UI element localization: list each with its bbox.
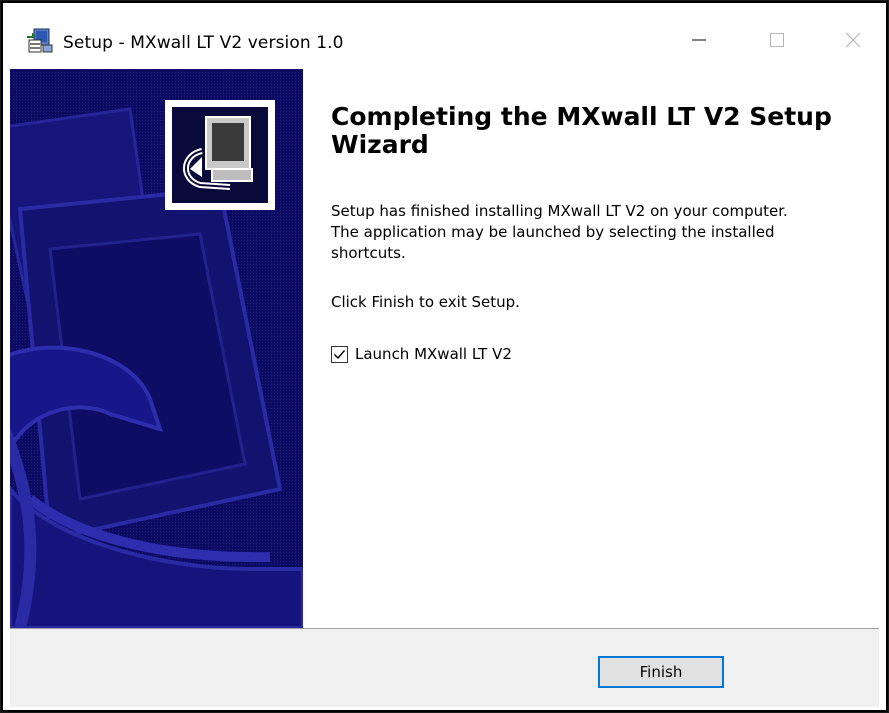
- maximize-button[interactable]: [747, 23, 807, 61]
- message-line: The application may be launched by selec…: [331, 223, 775, 241]
- minimize-icon: [689, 30, 709, 54]
- completion-message: Setup has finished installing MXwall LT …: [331, 201, 861, 264]
- minimize-button[interactable]: [669, 23, 729, 61]
- maximize-icon: [767, 30, 787, 54]
- checkmark-icon: [334, 349, 346, 359]
- close-button[interactable]: [823, 23, 883, 61]
- title-bar[interactable]: Setup - MXwall LT V2 version 1.0: [1, 1, 888, 63]
- finish-button-label: Finish: [639, 663, 683, 681]
- message-line: shortcuts.: [331, 244, 406, 262]
- launch-checkbox-label[interactable]: Launch MXwall LT V2: [355, 345, 512, 363]
- installer-icon: [25, 27, 55, 55]
- wizard-heading: Completing the MXwall LT V2 Setup Wizard: [331, 102, 832, 159]
- launch-checkbox[interactable]: [331, 345, 348, 363]
- finish-instruction: Click Finish to exit Setup.: [331, 293, 520, 311]
- launch-option[interactable]: Launch MXwall LT V2: [331, 343, 512, 365]
- finish-button[interactable]: Finish: [598, 656, 724, 688]
- close-icon: [843, 30, 863, 54]
- message-line: Setup has finished installing MXwall LT …: [331, 202, 788, 220]
- window-title: Setup - MXwall LT V2 version 1.0: [63, 33, 344, 53]
- wizard-side-banner: [10, 69, 303, 628]
- setup-logo-frame: [165, 100, 275, 210]
- computer-setup-icon: [172, 107, 268, 203]
- wizard-footer: Finish: [10, 628, 879, 707]
- wizard-content: Completing the MXwall LT V2 Setup Wizard…: [10, 69, 879, 628]
- setup-wizard-window: Setup - MXwall LT V2 version 1.0 Complet…: [0, 0, 889, 713]
